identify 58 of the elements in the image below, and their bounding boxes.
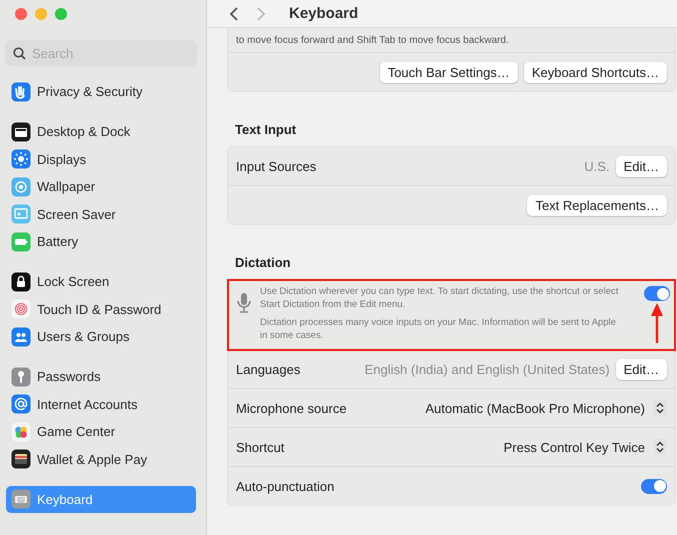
zoom-window-button[interactable] — [55, 8, 67, 20]
setting-label: Shortcut — [236, 440, 286, 454]
sun-icon — [11, 149, 31, 170]
sidebar-item[interactable]: Wallet & Apple Pay — [6, 446, 196, 473]
at-sign-icon — [11, 394, 31, 414]
setting-label: Input Sources — [236, 158, 318, 174]
sidebar-item[interactable]: Screen Saver — [6, 200, 196, 228]
sidebar-item[interactable]: Displays — [6, 146, 196, 173]
people-icon — [11, 326, 31, 347]
section-heading: Dictation — [234, 254, 292, 272]
popup-button[interactable]: Automatic (MacBook Pro Microphone) — [425, 400, 667, 416]
minimize-window-button[interactable] — [35, 8, 47, 20]
toggle-switch[interactable] — [644, 286, 670, 301]
annotation-arrow — [651, 303, 663, 343]
description-text: Dictation processes many voice inputs on your Mac. Information will be sent to Apple in some cases. — [260, 317, 617, 342]
toggle-switch[interactable] — [641, 478, 667, 494]
bubbles-icon — [11, 422, 31, 442]
section-heading: Text Input — [234, 121, 298, 139]
setting-label: Languages — [236, 362, 302, 376]
sidebar-item[interactable]: Privacy & Security — [6, 78, 196, 106]
back-icon[interactable] — [229, 6, 239, 22]
setting-value: U.S. — [584, 158, 610, 174]
description-text: Use Dictation wherever you can type text. To start dictating, use the shortcut or select Start Dictation from the Edit menu. — [260, 286, 620, 311]
lock-icon — [11, 272, 31, 292]
page-title: Keyboard — [289, 5, 358, 22]
fingerprint-icon — [11, 299, 31, 320]
wallet-icon — [11, 449, 31, 470]
sidebar-item[interactable]: Wallpaper — [6, 173, 196, 200]
push-button[interactable]: Touch Bar Settings… — [380, 62, 518, 82]
battery-icon — [11, 232, 31, 252]
push-button[interactable]: Edit… — [616, 358, 667, 380]
sidebar-item[interactable]: Game Center — [6, 418, 196, 446]
setting-label: Microphone source — [236, 400, 348, 416]
microphone-icon — [236, 292, 252, 314]
key-icon — [11, 366, 31, 387]
popup-button[interactable]: Press Control Key Twice — [504, 439, 667, 455]
chevron-updown-icon — [653, 400, 667, 416]
dock-icon — [11, 122, 31, 142]
sidebar-item[interactable]: Passwords — [6, 363, 196, 390]
chevron-updown-icon — [653, 439, 667, 455]
sidebar-item[interactable]: Battery — [6, 228, 196, 256]
hand-icon — [11, 82, 31, 102]
sidebar-item[interactable]: Touch ID & Password — [6, 296, 196, 323]
forward-icon[interactable] — [256, 6, 266, 22]
push-button[interactable]: Edit… — [616, 156, 667, 176]
flower-icon — [11, 176, 31, 197]
setting-label: Auto-punctuation — [236, 478, 336, 494]
push-button[interactable]: Text Replacements… — [527, 194, 667, 216]
push-button[interactable]: Keyboard Shortcuts… — [524, 62, 667, 82]
keyboard-icon — [11, 489, 31, 510]
description-text: to move focus forward and Shift Tab to move focus backward. — [228, 28, 675, 53]
close-window-button[interactable] — [15, 8, 27, 20]
sidebar-item[interactable]: Users & Groups — [6, 323, 196, 350]
sidebar-item[interactable]: Lock Screen — [6, 268, 196, 296]
sidebar-item[interactable]: Desktop & Dock — [6, 118, 196, 146]
setting-value: English (India) and English (United States) — [364, 362, 610, 376]
screen-icon — [11, 204, 31, 224]
sidebar-item[interactable]: Internet Accounts — [6, 390, 196, 418]
